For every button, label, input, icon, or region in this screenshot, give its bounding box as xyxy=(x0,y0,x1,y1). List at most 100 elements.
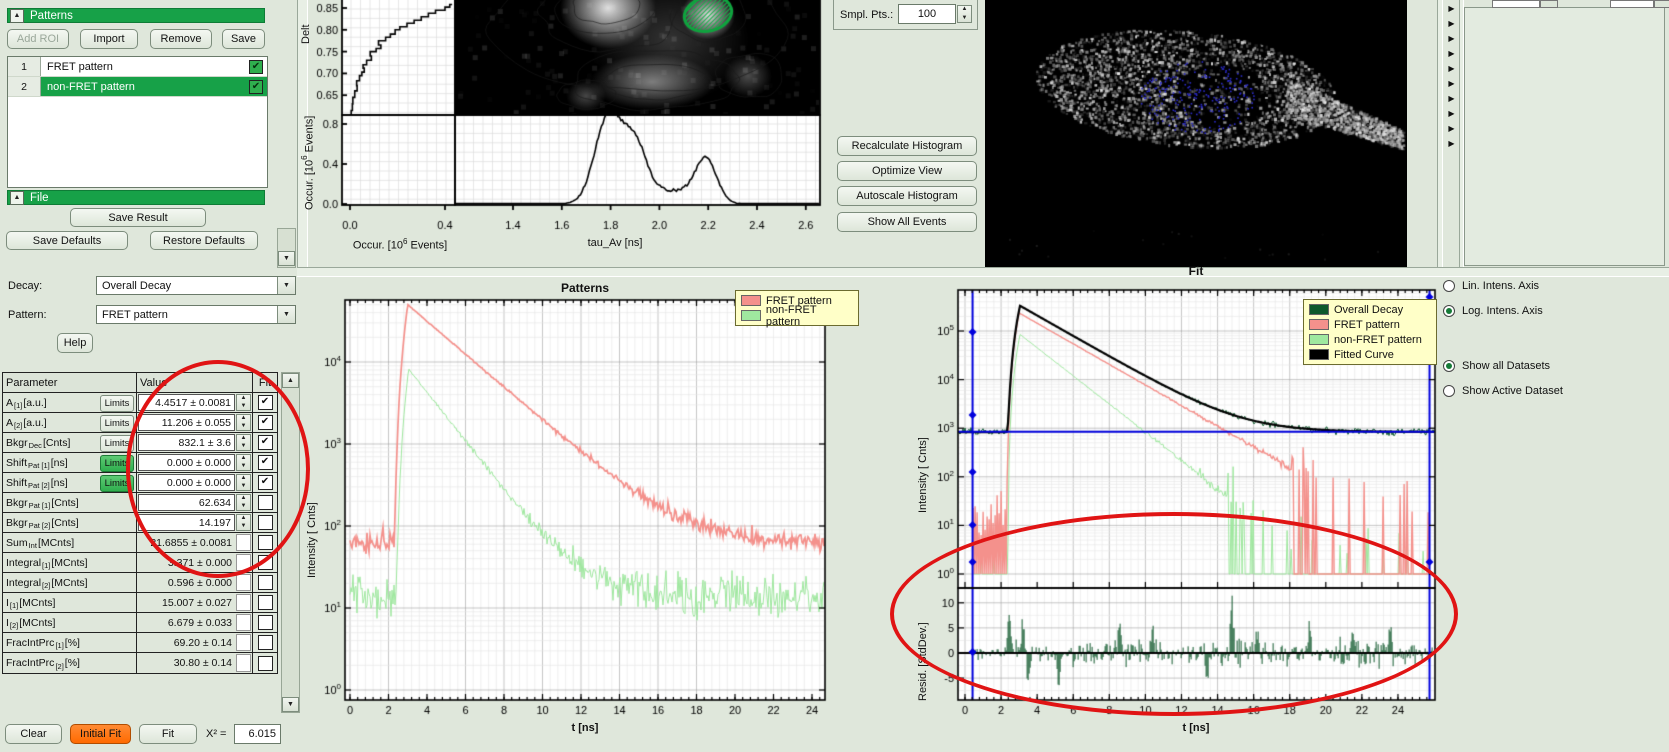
patterns-list[interactable]: 1FRET pattern✔2non-FRET pattern✔ xyxy=(7,56,268,188)
radio-show-all-datasets[interactable]: Show all Datasets xyxy=(1443,360,1550,372)
step-up-icon[interactable]: ▲ xyxy=(962,6,968,13)
value-stepper[interactable]: ▲▼ xyxy=(236,434,251,451)
fit-checkbox[interactable] xyxy=(258,515,273,530)
right-panel-input[interactable] xyxy=(1610,0,1654,8)
parameter-value[interactable]: 0.000 ± 0.000▲▼ xyxy=(137,453,253,472)
parameter-value[interactable]: 4.4517 ± 0.0081▲▼ xyxy=(137,393,253,412)
expand-panel-icon[interactable]: ▶ xyxy=(1445,17,1458,30)
expand-panel-icon[interactable]: ▶ xyxy=(1445,62,1458,75)
sample-points-stepper[interactable]: ▲▼ xyxy=(957,5,972,23)
horizontal-splitter[interactable] xyxy=(297,267,1669,277)
pattern-visible-checkbox[interactable]: ✔ xyxy=(249,60,263,74)
expand-panel-icon[interactable]: ▶ xyxy=(1445,32,1458,45)
parameter-value[interactable]: 14.197▲▼ xyxy=(137,513,253,532)
row-index[interactable]: 1 xyxy=(8,57,41,76)
import-button[interactable]: Import xyxy=(80,29,138,49)
step-down-icon[interactable]: ▼ xyxy=(962,15,968,22)
table-scrollbar[interactable] xyxy=(281,372,300,713)
vertical-splitter[interactable] xyxy=(1437,0,1443,267)
radio-show-active-dataset[interactable]: Show Active Dataset xyxy=(1443,385,1563,397)
tau-delta-2d-histogram[interactable] xyxy=(300,0,832,256)
optimize-view-button[interactable]: Optimize View xyxy=(837,161,977,181)
save-result-button[interactable]: Save Result xyxy=(70,208,206,227)
radio-lin-intens-axis[interactable]: Lin. Intens. Axis xyxy=(1443,280,1539,292)
expand-panel-icon[interactable]: ▶ xyxy=(1445,92,1458,105)
pattern-visible-checkbox[interactable]: ✔ xyxy=(249,80,263,94)
radio-circle-icon[interactable] xyxy=(1443,305,1455,317)
expand-panel-icon[interactable]: ▶ xyxy=(1445,122,1458,135)
patterns-section-header[interactable]: ▲ Patterns xyxy=(7,8,265,23)
pattern-name[interactable]: FRET pattern xyxy=(41,57,249,76)
parameter-value[interactable]: 15.007 ± 0.027 xyxy=(137,593,253,612)
parameter-value[interactable]: 30.80 ± 0.14 xyxy=(137,653,253,673)
limits-button[interactable]: Limits xyxy=(100,395,134,412)
limits-button[interactable]: Limits xyxy=(100,455,134,472)
pattern-name[interactable]: non-FRET pattern xyxy=(41,77,249,96)
parameter-value[interactable]: 832.1 ± 3.6▲▼ xyxy=(137,433,253,452)
pattern-list-item[interactable]: 2non-FRET pattern✔ xyxy=(8,77,267,97)
sample-points-input[interactable]: 100 xyxy=(898,4,956,24)
pattern-dropdown[interactable]: FRET pattern ▼ xyxy=(96,305,296,324)
value-stepper[interactable]: ▲▼ xyxy=(236,474,251,491)
restore-defaults-button[interactable]: Restore Defaults xyxy=(150,231,258,250)
decay-dropdown[interactable]: Overall Decay ▼ xyxy=(96,276,296,295)
expand-panel-icon[interactable]: ▶ xyxy=(1445,107,1458,120)
value-stepper[interactable]: ▲▼ xyxy=(236,394,251,411)
fit-checkbox[interactable]: ✔ xyxy=(258,475,273,490)
scroll-down-icon[interactable]: ▼ xyxy=(278,251,295,266)
fit-checkbox[interactable]: ✔ xyxy=(258,455,273,470)
add-roi-button[interactable]: Add ROI xyxy=(7,29,69,49)
fit-checkbox[interactable] xyxy=(258,555,273,570)
value-stepper[interactable]: ▲▼ xyxy=(236,414,251,431)
parameter-value[interactable]: 21.6855 ± 0.0081 xyxy=(137,533,253,552)
clear-button[interactable]: Clear xyxy=(5,724,62,744)
parameter-value[interactable]: 6.679 ± 0.033 xyxy=(137,613,253,632)
radio-circle-icon[interactable] xyxy=(1443,385,1455,397)
collapse-up-icon[interactable]: ▲ xyxy=(10,191,24,205)
fit-checkbox[interactable] xyxy=(258,615,273,630)
chevron-down-icon[interactable]: ▼ xyxy=(277,277,295,294)
help-button[interactable]: Help xyxy=(57,333,93,353)
parameter-value[interactable]: 0.000 ± 0.000▲▼ xyxy=(137,473,253,492)
fit-checkbox[interactable]: ✔ xyxy=(258,435,273,450)
limits-button[interactable]: Limits xyxy=(100,415,134,432)
file-section-header[interactable]: ▲ File xyxy=(7,190,265,205)
parameter-table[interactable]: ParameterValueFitA[1] [a.u.]Limits4.4517… xyxy=(2,372,278,674)
patterns-decay-chart[interactable] xyxy=(300,277,880,752)
scroll-up-icon[interactable]: ▲ xyxy=(282,373,299,388)
fit-checkbox[interactable] xyxy=(258,635,273,650)
pattern-list-item[interactable]: 1FRET pattern✔ xyxy=(8,57,267,77)
parameter-value[interactable]: 11.206 ± 0.055▲▼ xyxy=(137,413,253,432)
value-stepper[interactable]: ▲▼ xyxy=(236,454,251,471)
fit-checkbox[interactable]: ✔ xyxy=(258,415,273,430)
limits-button[interactable]: Limits xyxy=(100,475,134,492)
fit-checkbox[interactable] xyxy=(258,595,273,610)
scroll-down-icon[interactable]: ▼ xyxy=(282,697,299,712)
fit-checkbox[interactable]: ✔ xyxy=(258,395,273,410)
remove-button[interactable]: Remove xyxy=(150,29,212,49)
parameter-value[interactable]: 3.371 ± 0.000 xyxy=(137,553,253,572)
parameter-value[interactable]: 62.634▲▼ xyxy=(137,493,253,512)
radio-circle-icon[interactable] xyxy=(1443,360,1455,372)
value-stepper[interactable]: ▲▼ xyxy=(236,514,251,531)
cell-fluorescence-image[interactable] xyxy=(985,0,1407,267)
show-all-events-button[interactable]: Show All Events xyxy=(837,212,977,232)
expand-panel-icon[interactable]: ▶ xyxy=(1445,137,1458,150)
expand-panel-icon[interactable]: ▶ xyxy=(1445,47,1458,60)
save-button[interactable]: Save xyxy=(222,29,265,49)
fit-checkbox[interactable] xyxy=(258,575,273,590)
right-panel-button[interactable] xyxy=(1540,0,1558,8)
row-index[interactable]: 2 xyxy=(8,77,41,96)
radio-circle-icon[interactable] xyxy=(1443,280,1455,292)
fit-checkbox[interactable] xyxy=(258,656,273,671)
right-panel-button[interactable] xyxy=(1654,0,1669,8)
radio-log-intens-axis[interactable]: Log. Intens. Axis xyxy=(1443,305,1543,317)
save-defaults-button[interactable]: Save Defaults xyxy=(6,231,128,250)
chevron-down-icon[interactable]: ▼ xyxy=(277,306,295,323)
right-panel-input[interactable] xyxy=(1492,0,1540,8)
fit-button[interactable]: Fit xyxy=(139,724,197,744)
initial-fit-button[interactable]: Initial Fit xyxy=(70,724,131,744)
recalculate-histogram-button[interactable]: Recalculate Histogram xyxy=(837,136,977,156)
expand-panel-icon[interactable]: ▶ xyxy=(1445,2,1458,15)
fit-checkbox[interactable] xyxy=(258,535,273,550)
